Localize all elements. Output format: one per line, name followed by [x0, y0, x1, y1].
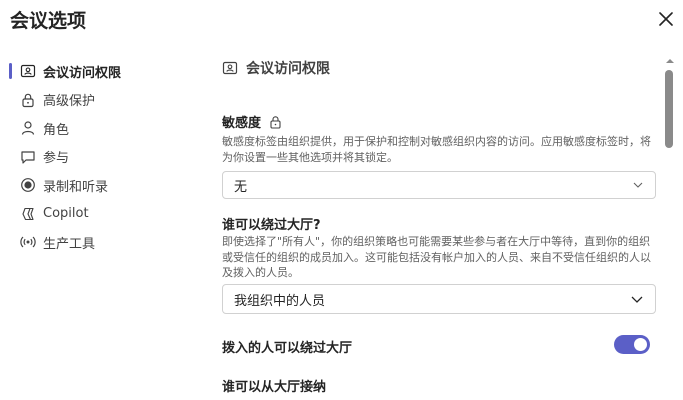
sidebar-item-engagement[interactable]: 参与 — [0, 143, 190, 172]
sidebar-item-label: 录制和听录 — [43, 179, 109, 195]
sidebar-item-label: Copilot — [43, 206, 89, 222]
scrollbar-thumb[interactable] — [665, 70, 673, 148]
sensitivity-dropdown[interactable]: 无 — [222, 171, 656, 199]
copilot-icon — [20, 206, 36, 222]
sidebar-item-roles[interactable]: 角色 — [0, 114, 190, 143]
chat-icon — [20, 149, 36, 165]
sensitivity-description: 敏感度标签由组织提供，用于保护和控制对敏感组织内容的访问。应用敏感度标签时，将为… — [222, 135, 651, 164]
chevron-down-icon — [633, 182, 643, 188]
broadcast-icon — [20, 234, 36, 250]
record-icon — [20, 177, 36, 193]
sidebar-item-advanced-protection[interactable]: 高级保护 — [0, 86, 190, 115]
person-icon — [20, 120, 36, 136]
lock-icon — [20, 92, 36, 108]
bypass-lobby-dropdown[interactable]: 我组织中的人员 — [222, 284, 656, 314]
dial-in-bypass-label: 拨入的人可以绕过大厅 — [222, 341, 353, 356]
bypass-lobby-description: 即使选择了"所有人"，你的组织策略也可能需要某些参与者在大厅中等待，直到你的组织… — [222, 235, 651, 279]
sidebar-item-label: 高级保护 — [43, 94, 96, 110]
sensitivity-value: 无 — [234, 179, 248, 195]
sidebar-item-label: 参与 — [43, 151, 70, 167]
section-title: 会议访问权限 — [246, 61, 330, 77]
section-header: 会议访问权限 — [222, 58, 330, 78]
person-card-icon — [20, 63, 36, 79]
dial-in-bypass-toggle[interactable] — [614, 335, 650, 354]
bypass-lobby-label: 谁可以绕过大厅? — [222, 218, 321, 233]
sidebar-item-label: 角色 — [43, 122, 70, 138]
sidebar-item-meeting-access[interactable]: 会议访问权限 — [0, 57, 190, 86]
meeting-options-dialog: 会议选项 会议访问权限 高级保护 角色 参与 录制和听录 Copilot 生产工… — [0, 0, 683, 400]
sidebar-item-label: 生产工具 — [43, 236, 96, 252]
lock-icon — [270, 115, 281, 129]
sidebar-item-label: 会议访问权限 — [43, 65, 122, 81]
close-button[interactable] — [655, 8, 677, 30]
sidebar-item-recording[interactable]: 录制和听录 — [0, 171, 190, 200]
chevron-down-icon — [631, 296, 643, 303]
person-card-icon — [222, 61, 238, 75]
sensitivity-label: 敏感度 — [222, 112, 282, 131]
scroll-up-arrow-icon[interactable] — [664, 56, 676, 66]
sensitivity-label-text: 敏感度 — [222, 116, 262, 131]
admit-from-lobby-label: 谁可以从大厅接纳 — [222, 380, 327, 395]
sidebar-item-copilot[interactable]: Copilot — [0, 200, 190, 229]
toggle-knob — [634, 338, 647, 351]
sidebar-nav: 会议访问权限 高级保护 角色 参与 录制和听录 Copilot 生产工具 — [0, 57, 190, 257]
sidebar-item-production-tools[interactable]: 生产工具 — [0, 228, 190, 257]
close-icon — [659, 12, 673, 26]
dialog-title: 会议选项 — [10, 10, 87, 32]
bypass-lobby-value: 我组织中的人员 — [234, 293, 326, 309]
